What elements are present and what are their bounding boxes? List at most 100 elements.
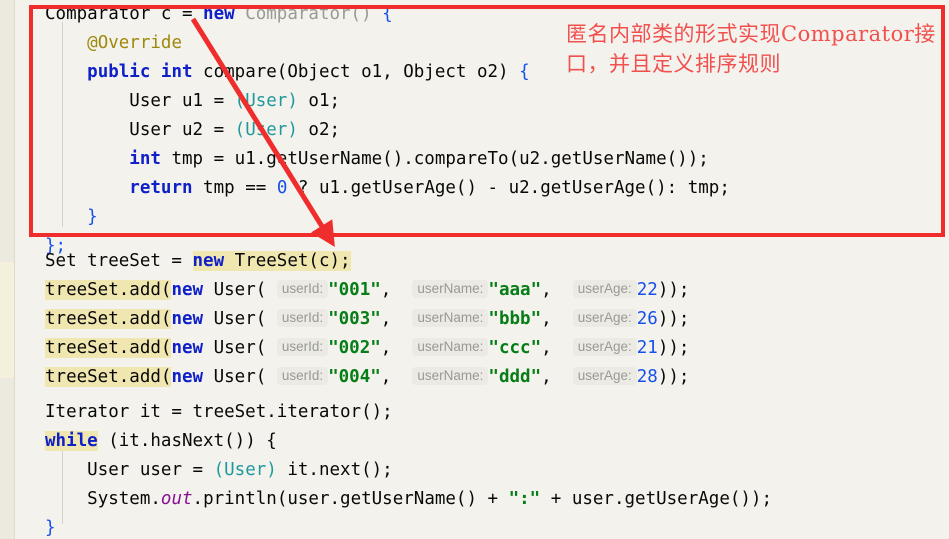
code-token: User u1 = (129, 91, 235, 111)
user-age-value: 28 (636, 367, 658, 387)
code-number: 0 (276, 178, 288, 198)
code-keyword: new (192, 251, 225, 271)
code-keyword: new (203, 4, 235, 24)
user-name-value: "ccc" (488, 338, 542, 358)
comma: , (541, 338, 573, 358)
code-token: Set treeSet = (45, 251, 193, 271)
code-line[interactable]: User u1 = (User) o1; (15, 87, 340, 116)
code-editor-screenshot: Comparator c = new Comparator() { @Overr… (0, 0, 949, 539)
code-token: Iterator it = treeSet.iterator(); (45, 402, 393, 422)
code-token: )); (657, 367, 690, 387)
code-keyword: new (171, 309, 204, 329)
code-token: treeSet.add( (45, 367, 172, 387)
code-token: treeSet.add( (45, 280, 172, 300)
code-cast: (User) (234, 120, 298, 140)
code-line[interactable]: public int compare(Object o1, Object o2)… (15, 58, 530, 87)
user-name-value: "ddd" (488, 367, 542, 387)
param-hint-userid: userId: (276, 338, 329, 356)
code-keyword: int (129, 149, 161, 169)
code-keyword: while (45, 431, 98, 451)
code-token: )); (657, 309, 690, 329)
code-token: System. (87, 489, 161, 509)
code-keyword: return (129, 178, 193, 198)
user-id-value: "003" (328, 309, 381, 329)
code-token: it.next(); (276, 460, 393, 480)
user-id-value: "002" (328, 338, 381, 358)
code-line[interactable]: } (15, 203, 98, 232)
param-hint-username: userName: (412, 367, 489, 385)
user-age-value: 21 (636, 338, 658, 358)
code-keyword: public int (87, 62, 193, 82)
code-cast: (User) (213, 460, 277, 480)
code-token: User( (203, 280, 277, 300)
code-token: o2; (297, 120, 341, 140)
comma: , (380, 338, 413, 358)
code-token: tmp == (192, 178, 277, 198)
user-id-value: "001" (328, 280, 381, 300)
code-line[interactable]: Comparator c = new Comparator() { (15, 0, 393, 29)
comma: , (541, 367, 573, 387)
param-hint-userid: userId: (276, 280, 329, 298)
param-hint-userid: userId: (276, 309, 329, 327)
code-line[interactable]: Set treeSet = new TreeSet(c); (15, 247, 351, 276)
comma: , (380, 367, 413, 387)
code-brace: { (519, 62, 530, 82)
code-token: User( (203, 309, 277, 329)
code-token: User( (203, 367, 277, 387)
code-token: Comparator() (234, 4, 383, 24)
code-token: o1; (297, 91, 341, 111)
code-token: )); (657, 338, 690, 358)
comma: , (541, 309, 573, 329)
code-line[interactable]: treeSet.add(new User( userId: "002", user… (15, 334, 689, 363)
code-line[interactable]: User u2 = (User) o2; (15, 116, 340, 145)
code-area[interactable]: Comparator c = new Comparator() { @Overr… (15, 0, 949, 539)
code-static-field: out (160, 489, 193, 509)
code-token: ? u1.getUserAge() - u2.getUserAge(): tmp… (287, 178, 730, 198)
code-token: (it.hasNext()) { (97, 431, 277, 451)
code-line[interactable]: User user = (User) it.next(); (15, 456, 393, 485)
gutter-change-marker (0, 262, 14, 378)
code-annotation: @Override (87, 33, 182, 53)
code-token: .println(user.getUserName() + (192, 489, 509, 509)
code-line[interactable]: while (it.hasNext()) { (15, 427, 277, 456)
code-line[interactable]: treeSet.add(new User( userId: "004", user… (15, 363, 689, 392)
code-cast: (User) (234, 91, 298, 111)
param-hint-username: userName: (412, 280, 489, 298)
code-token: )); (657, 280, 690, 300)
code-token: treeSet.add( (45, 338, 172, 358)
editor-gutter[interactable] (0, 0, 15, 539)
code-line[interactable]: Iterator it = treeSet.iterator(); (15, 398, 393, 427)
code-keyword: new (171, 280, 204, 300)
user-id-value: "004" (328, 367, 381, 387)
code-line[interactable]: treeSet.add(new User( userId: "003", user… (15, 305, 689, 334)
comma: , (380, 280, 413, 300)
code-token: User u2 = (129, 120, 235, 140)
param-hint-username: userName: (412, 309, 489, 327)
code-token: User user = (87, 460, 214, 480)
code-token: + user.getUserAge()); (540, 489, 773, 509)
param-hint-username: userName: (412, 338, 489, 356)
param-hint-userage: userAge: (572, 309, 637, 327)
param-hint-userid: userId: (276, 367, 329, 385)
code-line[interactable]: int tmp = u1.getUserName().compareTo(u2.… (15, 145, 709, 174)
code-brace: } (87, 207, 98, 227)
code-token: compare(Object o1, Object o2) (192, 62, 520, 82)
code-token: Comparator c = (45, 4, 204, 24)
user-name-value: "bbb" (488, 309, 542, 329)
code-token: User( (203, 338, 277, 358)
code-line[interactable]: return tmp == 0 ? u1.getUserAge() - u2.g… (15, 174, 730, 203)
user-name-value: "aaa" (488, 280, 542, 300)
code-line[interactable]: treeSet.add(new User( userId: "001", user… (15, 276, 689, 305)
user-age-value: 26 (636, 309, 658, 329)
code-string: ":" (508, 489, 541, 509)
code-brace: { (382, 4, 393, 24)
code-line[interactable]: @Override (15, 29, 182, 58)
code-line[interactable]: System.out.println(user.getUserName() + … (15, 485, 772, 514)
code-brace: } (45, 518, 56, 538)
code-token: tmp = u1.getUserName().compareTo(u2.getU… (160, 149, 709, 169)
param-hint-userage: userAge: (572, 338, 637, 356)
param-hint-userage: userAge: (572, 367, 637, 385)
code-keyword: new (171, 338, 204, 358)
user-age-value: 22 (636, 280, 658, 300)
code-line[interactable]: } (15, 514, 56, 539)
